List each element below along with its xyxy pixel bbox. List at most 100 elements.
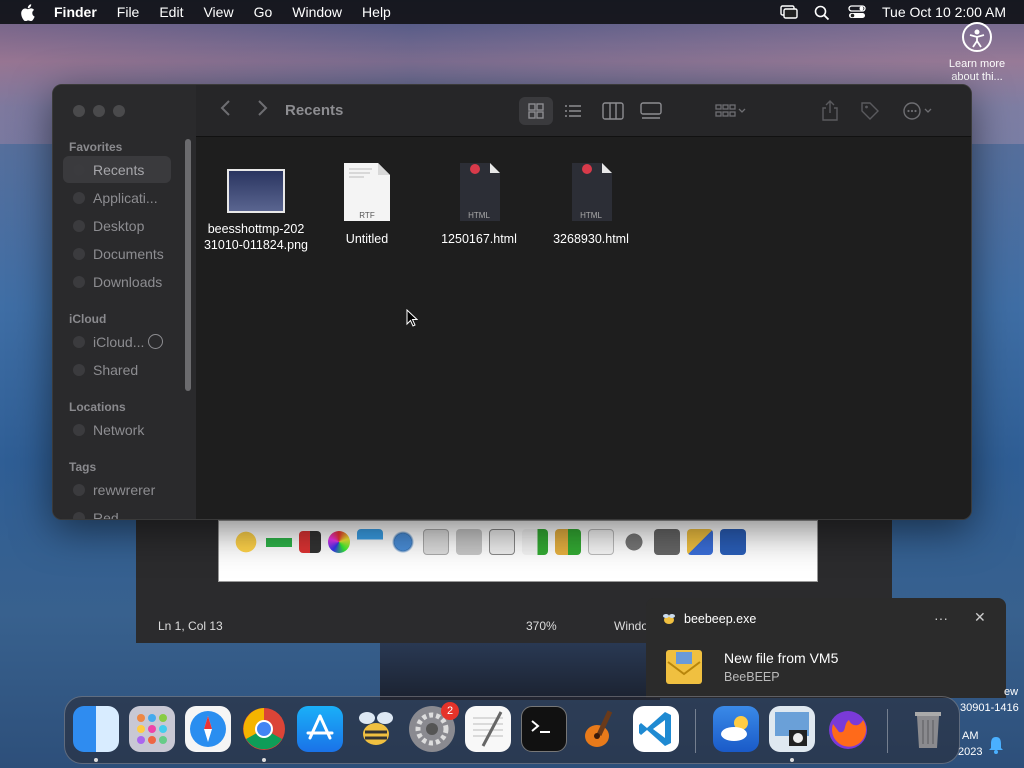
envelope-icon bbox=[666, 650, 702, 684]
menu-finder[interactable]: Finder bbox=[54, 4, 107, 20]
dock-chrome-icon[interactable] bbox=[241, 706, 287, 752]
gear-tool-icon[interactable] bbox=[390, 529, 416, 555]
notification-more-button[interactable]: ··· bbox=[934, 610, 948, 626]
music-tool-icon[interactable] bbox=[489, 529, 515, 555]
group-by-button[interactable] bbox=[706, 97, 748, 125]
file-item-png[interactable]: beesshottmp-202 31010-011824.png bbox=[196, 163, 316, 253]
dock-vscode-icon[interactable] bbox=[633, 706, 679, 752]
sidebar-scrollbar[interactable] bbox=[185, 139, 191, 391]
smiley-tool-icon[interactable] bbox=[233, 529, 259, 555]
mouse-cursor-icon bbox=[406, 309, 418, 327]
sidebar-item-applications[interactable]: Applicati... bbox=[63, 184, 171, 211]
dock-preview-icon[interactable] bbox=[769, 706, 815, 752]
file-name: 1250167.html bbox=[441, 232, 517, 246]
dock-safari-icon[interactable] bbox=[185, 706, 231, 752]
html-badge: HTML bbox=[468, 211, 490, 220]
record-tool-icon[interactable] bbox=[621, 529, 647, 555]
running-indicator bbox=[262, 758, 266, 762]
edit-tool-icon[interactable] bbox=[687, 529, 713, 555]
notification-app-name: beebeep.exe bbox=[684, 612, 757, 626]
tag-dot-icon bbox=[73, 484, 85, 496]
dock-weather-icon[interactable] bbox=[713, 706, 759, 752]
save-tool-icon[interactable] bbox=[720, 529, 746, 555]
sidebar-item-shared[interactable]: Shared bbox=[63, 356, 171, 383]
dock-app-store-icon[interactable] bbox=[297, 706, 343, 752]
sync-progress-icon bbox=[148, 334, 163, 349]
sidebar-item-documents[interactable]: Documents bbox=[63, 240, 171, 267]
color-picker-tool-icon[interactable] bbox=[328, 531, 350, 553]
gallery-view-button[interactable] bbox=[634, 97, 668, 125]
window-controls bbox=[73, 105, 125, 117]
close-window-button[interactable] bbox=[73, 105, 85, 117]
keyboard-tool-icon[interactable] bbox=[654, 529, 680, 555]
rtf-document-icon: RTF bbox=[344, 163, 390, 221]
list-view-button[interactable] bbox=[556, 97, 590, 125]
recents-icon bbox=[73, 164, 85, 176]
book-tool-icon[interactable] bbox=[456, 529, 482, 555]
finder-toolbar: Recents bbox=[196, 85, 971, 137]
notification-subtitle: BeeBEEP bbox=[724, 670, 780, 684]
sidebar-item-tag-rewwrerer[interactable]: rewwrerer bbox=[63, 476, 171, 503]
dock-launchpad-icon[interactable] bbox=[129, 706, 175, 752]
desktop-icon bbox=[73, 220, 85, 232]
file-name-line2: 31010-011824.png bbox=[203, 238, 309, 252]
dock-system-settings-icon[interactable]: 2 bbox=[409, 702, 459, 752]
html-document-icon: HTML bbox=[456, 163, 502, 221]
sidebar-item-tag-red[interactable]: Red bbox=[63, 504, 171, 519]
learn-more-widget[interactable]: Learn more about thi... bbox=[942, 22, 1012, 84]
tag-button[interactable] bbox=[858, 97, 882, 125]
menu-file[interactable]: File bbox=[107, 4, 150, 20]
notification-close-button[interactable]: ✕ bbox=[974, 609, 986, 626]
menu-view[interactable]: View bbox=[193, 4, 243, 20]
icon-view-button[interactable] bbox=[519, 97, 553, 125]
file-item-untitled-rtf[interactable]: RTF Untitled bbox=[307, 163, 427, 247]
dock-textedit-icon[interactable] bbox=[465, 706, 511, 752]
notification-toast[interactable]: beebeep.exe ··· ✕ New file from VM5 BeeB… bbox=[646, 598, 1006, 698]
spotlight-search-icon[interactable] bbox=[814, 5, 832, 21]
notification-bell-icon[interactable] bbox=[988, 736, 1004, 754]
green-arrow-tool-icon[interactable] bbox=[266, 529, 292, 555]
menu-go[interactable]: Go bbox=[244, 4, 283, 20]
dock: 2 bbox=[64, 696, 960, 764]
filter-tool-icon[interactable] bbox=[357, 529, 383, 555]
inbox-tool-icon[interactable] bbox=[423, 529, 449, 555]
sidebar-item-desktop[interactable]: Desktop bbox=[63, 212, 171, 239]
sidebar-item-network[interactable]: Network bbox=[63, 416, 171, 443]
tray-time: AM bbox=[962, 730, 979, 742]
dock-firefox-icon[interactable] bbox=[825, 706, 871, 752]
text-style-tool-icon[interactable] bbox=[299, 531, 321, 553]
sidebar-item-recents[interactable]: Recents bbox=[63, 156, 171, 183]
forward-button[interactable] bbox=[256, 99, 268, 123]
finder-sidebar: Favorites Recents Applicati... Desktop D… bbox=[53, 85, 196, 519]
more-actions-button[interactable] bbox=[898, 97, 938, 125]
control-center-icon[interactable] bbox=[848, 5, 866, 19]
sidebar-section-tags: Tags bbox=[69, 460, 97, 474]
running-indicator bbox=[790, 758, 794, 762]
screen-mirroring-icon[interactable] bbox=[780, 5, 798, 19]
accessibility-icon bbox=[962, 22, 992, 52]
dock-trash-icon[interactable] bbox=[905, 706, 951, 752]
share-button[interactable] bbox=[818, 97, 842, 125]
sidebar-item-icloud-drive[interactable]: iCloud... bbox=[63, 328, 171, 355]
menu-bar: Finder File Edit View Go Window Help Tue… bbox=[0, 0, 1024, 24]
menu-window[interactable]: Window bbox=[282, 4, 352, 20]
menu-edit[interactable]: Edit bbox=[149, 4, 193, 20]
column-view-button[interactable] bbox=[596, 97, 630, 125]
dock-beebeep-icon[interactable] bbox=[353, 706, 399, 752]
back-button[interactable] bbox=[220, 99, 232, 123]
dock-garageband-icon[interactable] bbox=[577, 706, 623, 752]
dock-finder-icon[interactable] bbox=[73, 706, 119, 752]
menu-help[interactable]: Help bbox=[352, 4, 401, 20]
status-window: Windo bbox=[614, 619, 649, 633]
zoom-window-button[interactable] bbox=[113, 105, 125, 117]
menubar-clock[interactable]: Tue Oct 10 2:00 AM bbox=[882, 4, 1006, 20]
file-item-3268930-html[interactable]: HTML 3268930.html bbox=[531, 163, 651, 247]
minimize-window-button[interactable] bbox=[93, 105, 105, 117]
export-tool-icon[interactable] bbox=[522, 529, 548, 555]
apple-menu-icon[interactable] bbox=[0, 3, 54, 21]
file-item-1250167-html[interactable]: HTML 1250167.html bbox=[419, 163, 539, 247]
dock-terminal-icon[interactable] bbox=[521, 706, 567, 752]
door-tool-icon[interactable] bbox=[555, 529, 581, 555]
code-tool-icon[interactable] bbox=[588, 529, 614, 555]
sidebar-item-downloads[interactable]: Downloads bbox=[63, 268, 171, 295]
